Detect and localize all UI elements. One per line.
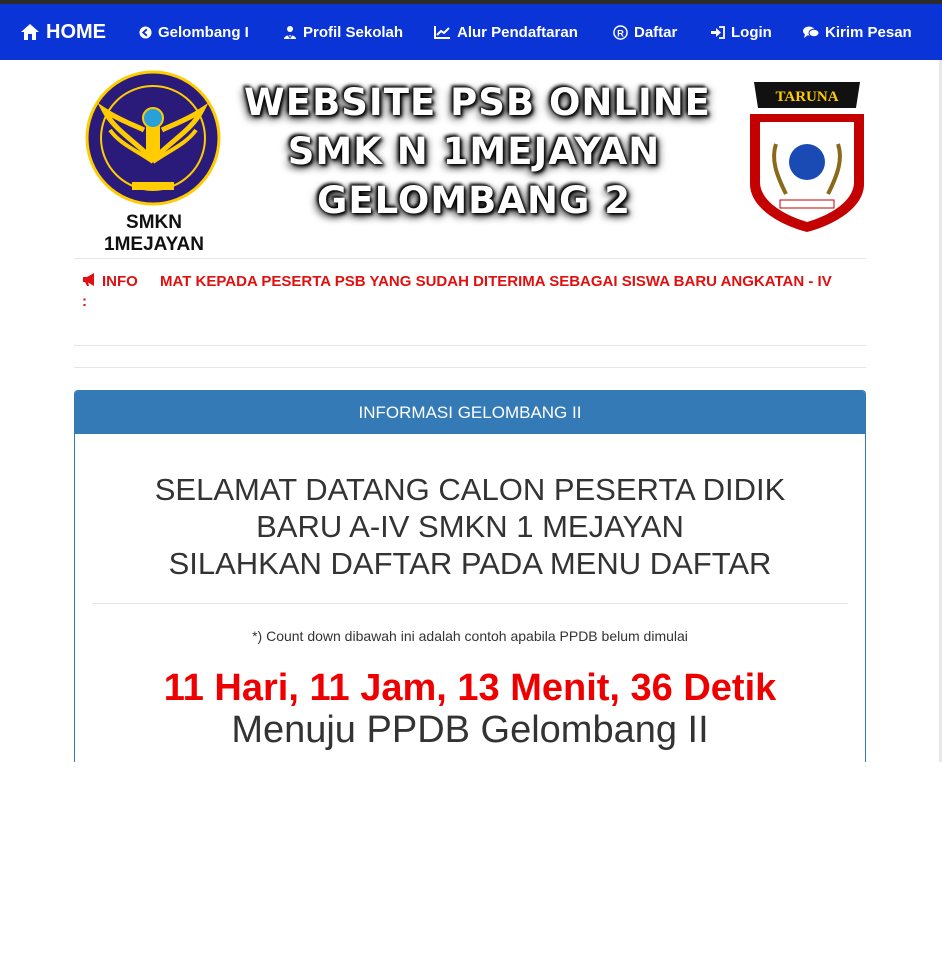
countdown-timer: 11 Hari, 11 Jam, 13 Menit, 36 Detik bbox=[163, 667, 777, 709]
panel-heading: INFORMASI GELOMBANG II bbox=[75, 391, 865, 434]
ticker-label-text: INFO bbox=[102, 273, 138, 290]
home-icon bbox=[20, 23, 40, 41]
section-divider bbox=[74, 367, 866, 368]
ticker-text: MAT KEPADA PESERTA PSB YANG SUDAH DITERI… bbox=[160, 273, 832, 290]
user-group-icon bbox=[283, 25, 297, 39]
nav-login-label: Login bbox=[731, 23, 772, 41]
ticker-label: INFO bbox=[82, 271, 152, 293]
comments-icon bbox=[803, 26, 819, 39]
ticker-colon: : bbox=[82, 293, 87, 310]
welcome-line-3: SILAHKAN DAFTAR PADA MENU DAFTAR bbox=[168, 546, 772, 581]
countdown-note: *) Count down dibawah ini adalah contoh … bbox=[252, 628, 688, 644]
nav-home-link[interactable]: HOME bbox=[20, 4, 106, 60]
line-chart-icon bbox=[434, 25, 451, 39]
taruna-logo: TARUNA bbox=[746, 74, 868, 234]
banner-title-line-3: GELOMBANG 2 bbox=[317, 179, 631, 222]
sign-in-icon bbox=[710, 25, 725, 39]
panel-divider bbox=[92, 603, 848, 604]
welcome-line-2: BARU A-IV SMKN 1 MEJAYAN bbox=[256, 509, 684, 544]
taruna-logo-text: TARUNA bbox=[775, 89, 838, 105]
nav-kirim-pesan-link[interactable]: Kirim Pesan bbox=[803, 4, 912, 60]
welcome-message: SELAMAT DATANG CALON PESERTA DIDIK BARU … bbox=[92, 471, 848, 582]
nav-profil-sekolah-label: Profil Sekolah bbox=[303, 23, 404, 41]
header-banner: SMKN 1MEJAYAN WEBSITE PSB ONLINE SMK N 1… bbox=[74, 70, 868, 255]
smk-logo-caption: SMKN 1MEJAYAN bbox=[104, 212, 204, 255]
nav-alur-pendaftaran-link[interactable]: Alur Pendaftaran bbox=[434, 4, 578, 60]
nav-kirim-pesan-label: Kirim Pesan bbox=[825, 23, 912, 41]
nav-alur-pendaftaran-label: Alur Pendaftaran bbox=[457, 23, 578, 41]
ticker-marquee: MAT KEPADA PESERTA PSB YANG SUDAH DITERI… bbox=[160, 271, 860, 295]
nav-login-link[interactable]: Login bbox=[710, 4, 772, 60]
banner-title-line-1: WEBSITE PSB ONLINE bbox=[244, 81, 711, 124]
nav-profil-sekolah-link[interactable]: Profil Sekolah bbox=[283, 4, 403, 60]
registered-icon: R bbox=[613, 24, 628, 40]
nav-daftar-label: Daftar bbox=[634, 23, 678, 41]
info-panel: INFORMASI GELOMBANG II SELAMAT DATANG CA… bbox=[74, 390, 866, 771]
countdown-subtitle: Menuju PPDB Gelombang II bbox=[231, 709, 709, 751]
svg-text:R: R bbox=[617, 28, 624, 38]
banner-title: WEBSITE PSB ONLINE SMK N 1MEJAYAN GELOMB… bbox=[244, 78, 711, 225]
navbar: HOME Gelombang I Profil Sekolah Alur Pen… bbox=[0, 4, 942, 60]
blank-area bbox=[0, 762, 942, 969]
nav-gelombang-1-label: Gelombang I bbox=[158, 23, 249, 41]
circle-arrow-left-icon bbox=[139, 25, 152, 39]
megaphone-icon bbox=[82, 271, 98, 293]
nav-gelombang-1-link[interactable]: Gelombang I bbox=[139, 4, 249, 60]
info-ticker: INFO : MAT KEPADA PESERTA PSB YANG SUDAH… bbox=[74, 258, 866, 346]
welcome-line-1: SELAMAT DATANG CALON PESERTA DIDIK bbox=[154, 472, 786, 507]
smk-logo: SMKN 1MEJAYAN bbox=[74, 70, 234, 255]
nav-daftar-link[interactable]: R Daftar bbox=[613, 4, 677, 60]
nav-home-label: HOME bbox=[46, 20, 106, 43]
banner-title-line-2: SMK N 1MEJAYAN bbox=[287, 130, 661, 173]
